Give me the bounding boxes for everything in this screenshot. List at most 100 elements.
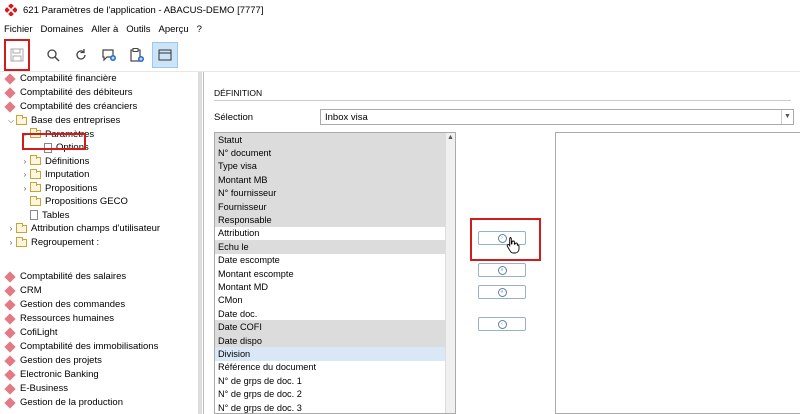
menu-domaines[interactable]: Domaines [41, 24, 84, 35]
main-panel: DÉFINITION Sélection Inbox visa ▼ Statut… [203, 72, 800, 414]
menu-help[interactable]: ? [197, 24, 202, 35]
tree-item[interactable]: CRM [0, 284, 42, 298]
module-diamond-icon [4, 87, 16, 99]
search-button[interactable] [40, 42, 66, 68]
module-diamond-icon [4, 73, 16, 85]
clipboard-add-button[interactable] [124, 42, 150, 68]
comment-add-button[interactable] [96, 42, 122, 68]
tree-item[interactable]: Comptabilité financière [0, 72, 117, 86]
tree-item[interactable]: Comptabilité des débiteurs [0, 86, 132, 100]
menu-fichier[interactable]: Fichier [4, 24, 33, 35]
selected-fields-list[interactable] [555, 132, 800, 414]
tree-item-label: Comptabilité des salaires [20, 271, 127, 283]
list-scrollbar[interactable]: ▲ [445, 133, 455, 413]
list-item[interactable]: N° document [215, 146, 455, 160]
menu-outils[interactable]: Outils [126, 24, 150, 35]
tree-item[interactable]: Comptabilité des salaires [0, 270, 126, 284]
list-item[interactable]: Type visa [215, 159, 455, 174]
chevron-right-icon[interactable]: › [20, 157, 30, 166]
available-fields-list[interactable]: Statut N° document Type visa Montant MB N° f… [214, 132, 456, 414]
list-item[interactable]: Date dispo [215, 333, 455, 348]
move-all-right-button[interactable]: » [478, 263, 526, 277]
menu-bar: Fichier Domaines Aller à Outils Aperçu ? [0, 20, 800, 38]
window-button[interactable] [152, 41, 178, 68]
tree-item-label: Attribution champs d'utilisateur [31, 223, 161, 235]
chevron-down-icon[interactable]: ▼ [781, 110, 793, 124]
move-all-left-icon: « [497, 287, 507, 297]
tree-item[interactable]: E-Business [0, 382, 68, 396]
search-icon [47, 48, 60, 62]
tree-item[interactable]: Ressources humaines [0, 312, 114, 326]
scroll-up-icon[interactable]: ▲ [446, 133, 455, 143]
tree-item[interactable]: › Imputation [0, 168, 89, 182]
list-item[interactable]: CMon [215, 294, 455, 307]
toolbar [0, 38, 800, 72]
chevron-right-icon[interactable]: › [6, 238, 16, 247]
tree-item-label: Propositions [45, 182, 98, 194]
list-item[interactable]: Date escompte [215, 254, 455, 267]
chevron-right-icon[interactable]: › [20, 184, 30, 193]
list-item[interactable]: Montant MB [215, 173, 455, 187]
module-diamond-icon [4, 369, 16, 381]
move-all-right-icon: » [497, 265, 507, 275]
tree-item-label: CRM [20, 285, 42, 297]
tree-item[interactable]: Gestion des projets [0, 354, 102, 368]
save-button[interactable] [4, 38, 30, 71]
tree-item[interactable]: › Définitions [0, 155, 89, 169]
tree-item[interactable]: › Propositions [0, 182, 97, 196]
tree-item[interactable]: Gestion des commandes [0, 298, 125, 312]
chevron-right-icon[interactable]: › [6, 224, 16, 233]
list-item[interactable]: N° de grps de doc. 3 [215, 401, 455, 413]
splitter[interactable] [198, 72, 202, 414]
tree-item[interactable]: Propositions GECO [0, 195, 128, 209]
tree-item-label: E-Business [20, 383, 69, 395]
menu-aller-a[interactable]: Aller à [91, 24, 118, 35]
selection-dropdown[interactable]: Inbox visa ▼ [320, 109, 794, 125]
tree-item[interactable]: › Attribution champs d'utilisateur [0, 222, 160, 236]
tree-item-label: Electronic Banking [20, 369, 99, 381]
list-item[interactable]: Fournisseur [215, 199, 455, 214]
list-item[interactable]: Date doc. [215, 307, 455, 320]
comment-add-icon [102, 48, 116, 61]
module-diamond-icon [4, 313, 16, 325]
tree-item-label: Base des entreprises [31, 115, 121, 127]
tree-item[interactable]: Electronic Banking [0, 368, 99, 382]
folder-icon [16, 222, 27, 233]
list-item[interactable]: Montant MD [215, 280, 455, 293]
list-item[interactable]: Date COFI [215, 320, 455, 334]
menu-apercu[interactable]: Aperçu [159, 24, 189, 35]
list-item[interactable]: Référence du document [215, 361, 455, 374]
tree-item[interactable]: Gestion de la production [0, 396, 123, 410]
tree-item[interactable]: › Regroupement : [0, 236, 99, 250]
folder-icon [16, 236, 27, 247]
tree-item[interactable]: Comptabilité des immobilisations [0, 340, 158, 354]
list-item[interactable]: N° fournisseur [215, 186, 455, 200]
list-item[interactable]: Division [215, 347, 455, 361]
move-left-button[interactable]: ‹ [478, 317, 526, 331]
save-icon [10, 48, 24, 61]
tree-item-label: Gestion de la production [20, 397, 123, 409]
section-divider [214, 100, 791, 101]
list-item[interactable]: Echu le [215, 240, 455, 254]
tree-item-label: Imputation [45, 169, 90, 181]
window-icon [158, 49, 172, 60]
list-item[interactable]: Statut [215, 133, 455, 147]
list-item[interactable]: Attribution [215, 227, 455, 240]
module-diamond-icon [4, 355, 16, 367]
refresh-button[interactable] [68, 42, 94, 68]
list-item[interactable]: N° de grps de doc. 2 [215, 387, 455, 400]
list-item[interactable]: Montant escompte [215, 267, 455, 280]
tree-item-label: Gestion des projets [20, 355, 102, 367]
chevron-down-icon[interactable]: ⌵ [6, 116, 16, 126]
list-item[interactable]: N° de grps de doc. 1 [215, 374, 455, 387]
list-item[interactable]: Responsable [215, 213, 455, 227]
tree-item[interactable]: Comptabilité des créanciers [0, 100, 137, 114]
folder-icon [30, 195, 41, 206]
tree-item[interactable]: CofiLight [0, 326, 58, 340]
chevron-right-icon[interactable]: › [20, 170, 30, 179]
module-diamond-icon [4, 397, 16, 409]
tree-item[interactable]: Tables [0, 209, 69, 223]
tree-item[interactable]: ⌵ Base des entreprises [0, 114, 120, 128]
module-diamond-icon [4, 285, 16, 297]
move-all-left-button[interactable]: « [478, 285, 526, 299]
